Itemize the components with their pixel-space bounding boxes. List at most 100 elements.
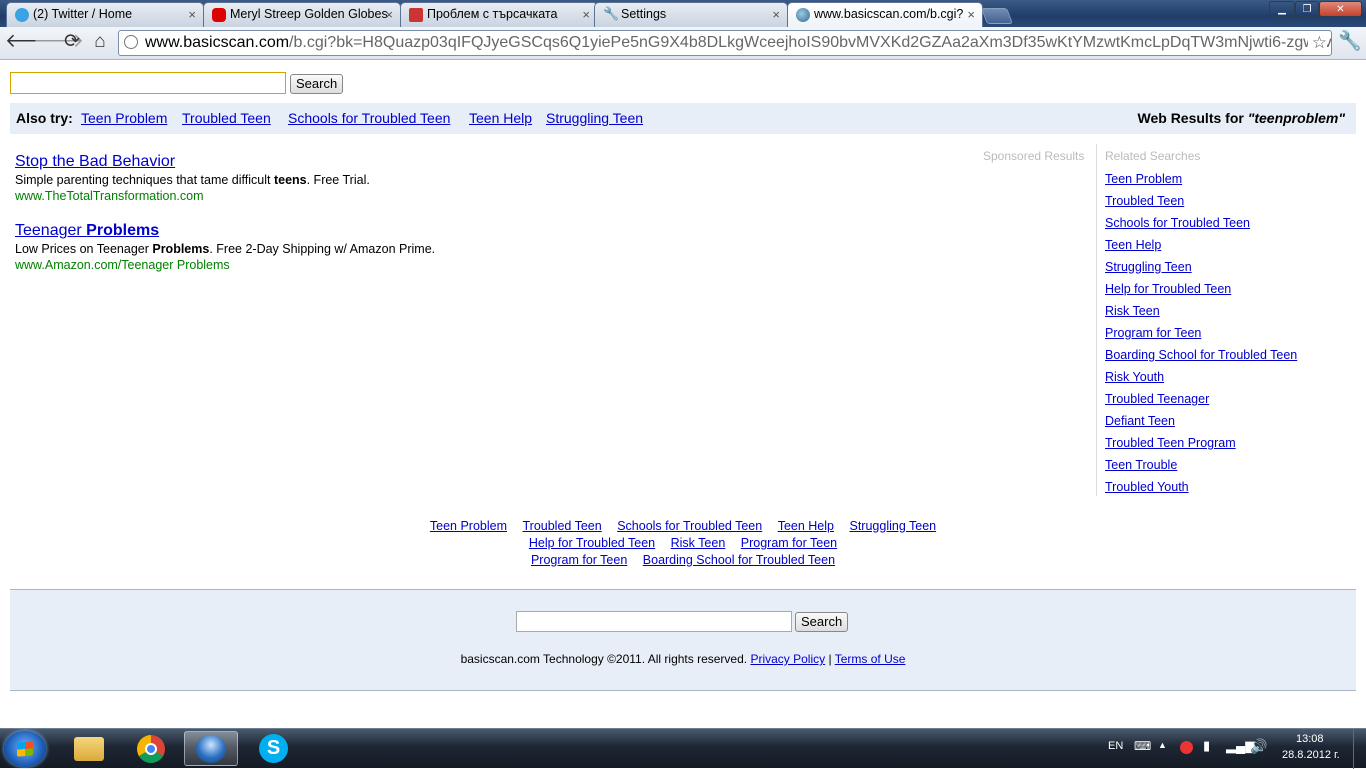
wrench-menu-icon[interactable]: 🔧	[1338, 31, 1362, 53]
url-host: www.basicscan.com	[145, 34, 290, 51]
address-bar[interactable]: www.basicscan.com/b.cgi?bk=H8Quazp03qIFQ…	[118, 30, 1332, 56]
bottom-related-link[interactable]: Teen Help	[778, 519, 834, 533]
tab-youtube[interactable]: Meryl Streep Golden Globes ×	[203, 2, 401, 27]
bottom-related-link[interactable]: Program for Teen	[741, 536, 837, 550]
related-search-link[interactable]: Boarding School for Troubled Teen	[1105, 344, 1356, 366]
also-try-link[interactable]: Struggling Teen	[546, 103, 643, 134]
browser-toolbar: 🡐 🡒 ⟳ ⌂ www.basicscan.com/b.cgi?bk=H8Qua…	[0, 27, 1366, 60]
ad-desc-bold: teens	[273, 173, 307, 187]
bottom-related-link[interactable]: Struggling Teen	[849, 519, 936, 533]
bottom-search-input[interactable]	[516, 611, 792, 632]
chrome-icon	[137, 735, 165, 763]
also-try-link[interactable]: Troubled Teen	[182, 103, 271, 134]
ad-description: Simple parenting techniques that tame di…	[15, 172, 370, 188]
folder-icon	[74, 737, 104, 761]
terms-of-use-link[interactable]: Terms of Use	[835, 652, 906, 666]
close-tab-icon[interactable]: ×	[772, 3, 780, 26]
globe-icon	[796, 8, 810, 22]
related-search-link[interactable]: Troubled Teen	[1105, 190, 1356, 212]
related-search-link[interactable]: Risk Teen	[1105, 300, 1356, 322]
keyboard-icon[interactable]: ⌨	[1134, 739, 1151, 753]
bottom-related-link[interactable]: Troubled Teen	[522, 519, 601, 533]
windows-logo-icon	[17, 741, 33, 757]
language-indicator[interactable]: EN	[1108, 740, 1123, 752]
chrome-web-store-icon	[409, 8, 423, 22]
browser-app-icon	[196, 735, 226, 763]
copyright-text: basicscan.com Technology ©2011. All righ…	[460, 652, 748, 666]
related-search-link[interactable]: Teen Help	[1105, 234, 1356, 256]
privacy-policy-link[interactable]: Privacy Policy	[750, 652, 825, 666]
related-search-link[interactable]: Program for Teen	[1105, 322, 1356, 344]
clock-time[interactable]: 13:08	[1296, 733, 1324, 745]
taskbar-chrome[interactable]	[124, 731, 178, 766]
forward-arrow-icon[interactable]: 🡒	[33, 31, 84, 53]
notification-icon[interactable]	[1180, 741, 1193, 754]
taskbar-explorer[interactable]	[62, 731, 116, 766]
also-try-link[interactable]: Teen Problem	[81, 103, 167, 134]
tab-title: Meryl Streep Golden Globes	[230, 7, 388, 21]
web-page: Search Also try: Teen Problem Troubled T…	[0, 60, 1366, 728]
windows-taskbar: S EN ⌨ ▲ ▮ ▂▄▆ 🔊 13:08 28.8.2012 г.	[0, 728, 1366, 769]
tab-twitter[interactable]: (2) Twitter / Home ×	[6, 2, 204, 27]
taskbar-skype[interactable]: S	[247, 731, 301, 766]
ad-title-link[interactable]: Teenager Problems	[15, 221, 435, 241]
bottom-related-link[interactable]: Risk Teen	[671, 536, 726, 550]
related-search-link[interactable]: Defiant Teen	[1105, 410, 1356, 432]
show-desktop-button[interactable]	[1353, 729, 1366, 769]
close-tab-icon[interactable]: ×	[385, 3, 393, 26]
related-search-link[interactable]: Risk Youth	[1105, 366, 1356, 388]
related-search-link[interactable]: Teen Problem	[1105, 168, 1356, 190]
ad-result: Stop the Bad Behavior Simple parenting t…	[15, 152, 370, 204]
bottom-search-button[interactable]: Search	[795, 612, 849, 632]
web-results-heading: Web Results for "teenproblem"	[1138, 103, 1346, 134]
bottom-links-row: Teen Problem Troubled Teen Schools for T…	[0, 518, 1366, 535]
maximize-button[interactable]: ❐	[1295, 1, 1319, 17]
top-search-button[interactable]: Search	[290, 74, 344, 94]
also-try-bar: Also try: Teen Problem Troubled Teen Sch…	[10, 103, 1356, 134]
tab-chrome-help[interactable]: Проблем с търсачката ×	[400, 2, 598, 27]
also-try-link[interactable]: Schools for Troubled Teen	[288, 103, 450, 134]
show-hidden-icons-icon[interactable]: ▲	[1158, 740, 1167, 750]
bottom-related-link[interactable]: Program for Teen	[531, 553, 627, 567]
top-search-input[interactable]	[10, 72, 286, 94]
volume-icon[interactable]: 🔊	[1250, 738, 1267, 755]
copyright-line: basicscan.com Technology ©2011. All righ…	[10, 652, 1356, 666]
clock-date[interactable]: 28.8.2012 г.	[1282, 749, 1340, 761]
taskbar-browser-active[interactable]	[184, 731, 238, 766]
bottom-related-link[interactable]: Teen Problem	[430, 519, 507, 533]
reload-icon[interactable]: ⟳	[61, 31, 83, 53]
new-tab-button[interactable]	[981, 8, 1013, 24]
back-arrow-icon[interactable]: 🡐	[5, 31, 56, 53]
also-try-label: Also try:	[16, 110, 73, 126]
close-window-button[interactable]: ✕	[1319, 1, 1362, 17]
tab-basicscan[interactable]: www.basicscan.com/b.cgi? ×	[787, 2, 983, 28]
bookmark-star-icon[interactable]: ☆	[1307, 31, 1327, 55]
related-search-link[interactable]: Troubled Teenager	[1105, 388, 1356, 410]
related-search-link[interactable]: Teen Trouble	[1105, 454, 1356, 476]
start-button[interactable]	[4, 731, 46, 767]
ad-desc-text: . Free Trial.	[306, 173, 370, 187]
bottom-related-link[interactable]: Boarding School for Troubled Teen	[643, 553, 835, 567]
related-search-link[interactable]: Struggling Teen	[1105, 256, 1356, 278]
ad-title-link[interactable]: Stop the Bad Behavior	[15, 152, 370, 172]
ad-display-url[interactable]: www.TheTotalTransformation.com	[15, 188, 370, 204]
close-tab-icon[interactable]: ×	[188, 3, 196, 26]
related-search-link[interactable]: Troubled Youth	[1105, 476, 1356, 498]
page-info-icon[interactable]	[124, 35, 138, 49]
also-try-link[interactable]: Teen Help	[469, 103, 532, 134]
related-searches-panel: Related Searches Teen Problem Troubled T…	[1096, 144, 1356, 496]
ad-display-url[interactable]: www.Amazon.com/Teenager Problems	[15, 257, 435, 273]
related-search-link[interactable]: Schools for Troubled Teen	[1105, 212, 1356, 234]
bottom-links-row: Program for Teen Boarding School for Tro…	[0, 552, 1366, 569]
ad-title-bold: Problems	[86, 222, 160, 239]
bottom-related-link[interactable]: Schools for Troubled Teen	[617, 519, 762, 533]
related-search-link[interactable]: Troubled Teen Program	[1105, 432, 1356, 454]
device-icon[interactable]: ▮	[1203, 738, 1210, 754]
tab-settings[interactable]: 🔧 Settings ×	[594, 2, 788, 27]
minimize-button[interactable]: ▁	[1269, 1, 1295, 17]
close-tab-icon[interactable]: ×	[967, 3, 975, 26]
bottom-related-link[interactable]: Help for Troubled Teen	[529, 536, 655, 550]
home-icon[interactable]: ⌂	[89, 31, 111, 53]
close-tab-icon[interactable]: ×	[582, 3, 590, 26]
related-search-link[interactable]: Help for Troubled Teen	[1105, 278, 1356, 300]
